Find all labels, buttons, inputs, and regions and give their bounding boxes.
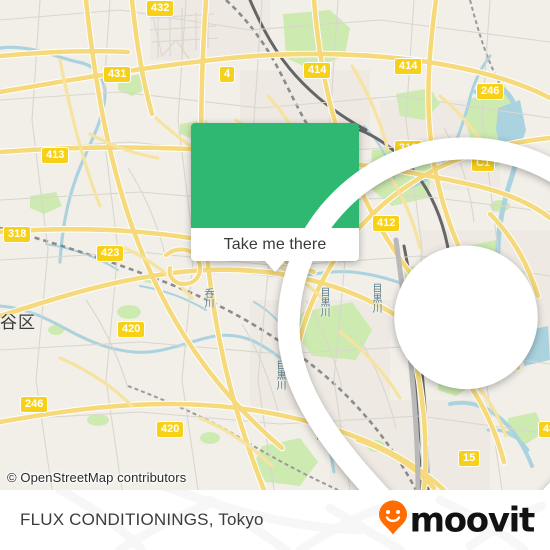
moovit-wordmark: moovit [409,500,536,540]
road-shield: 414 [303,62,332,79]
moovit-pin-icon [378,500,408,541]
take-me-there-label: Take me there [223,235,327,253]
road-shield: 420 [156,421,185,438]
moovit-logo[interactable]: moovit [378,500,536,541]
road-shield: 246 [20,396,49,413]
road-shield: 420 [117,321,146,338]
road-shield: 4 [219,66,236,83]
map-attribution: © OpenStreetMap contributors [7,470,187,485]
road-shield: 432 [146,0,175,17]
road-shield: 431 [103,66,132,83]
moovit-place-card: © OpenStreetMap contributors 432 431 4 414 4… [0,0,550,550]
map-canvas[interactable]: © OpenStreetMap contributors 432 431 4 414 4… [0,0,550,490]
place-title: FLUX CONDITIONINGS, Tokyo [20,510,264,529]
road-shield: 423 [96,245,125,262]
popup-tail [265,261,285,272]
popup-icon-area [191,123,550,490]
footer-bar: FLUX CONDITIONINGS, Tokyo moovit [0,490,550,550]
place-popup-card[interactable]: Take me there [191,123,550,490]
road-shield: 318 [3,226,32,243]
road-shield: 413 [41,147,70,164]
road-shield: 414 [394,58,423,75]
popup-cta-area[interactable]: Take me there [191,228,359,272]
map-place-label: 谷区 [0,313,36,333]
road-shield: 246 [476,83,505,100]
